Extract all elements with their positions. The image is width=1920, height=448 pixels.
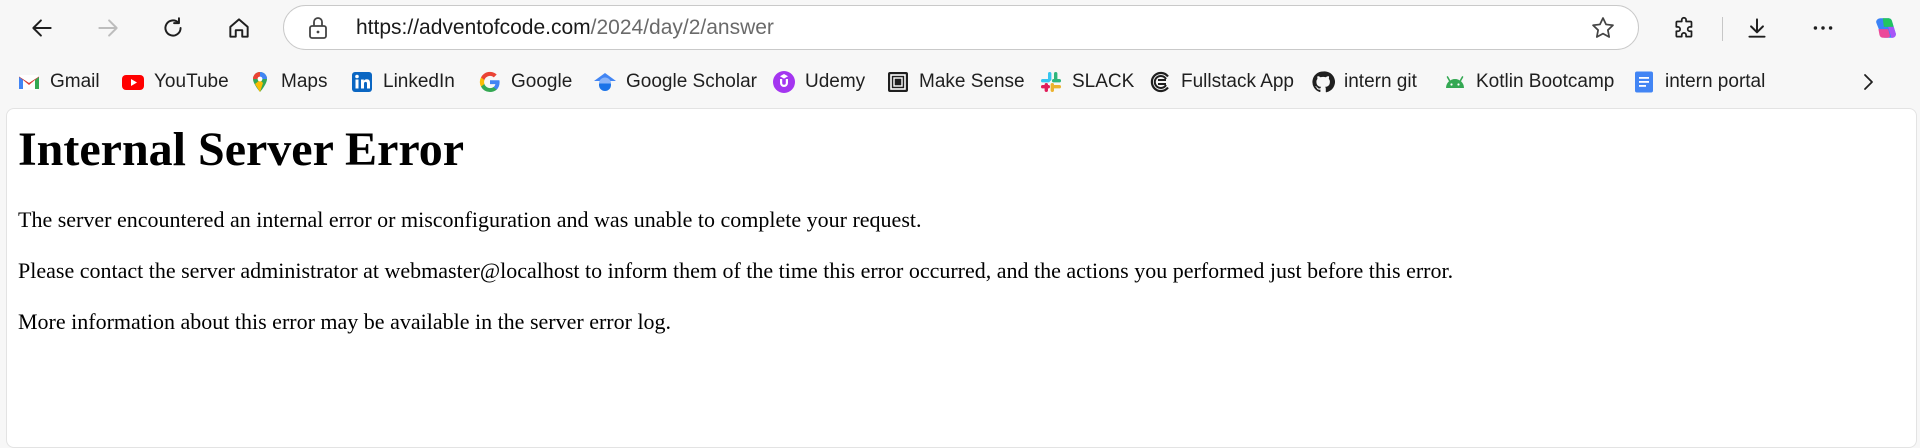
bookmarks-overflow-button[interactable] xyxy=(1853,62,1883,102)
forward-button[interactable] xyxy=(88,8,128,48)
bookmark-linkedin[interactable]: LinkedIn xyxy=(350,62,455,102)
downloads-button[interactable] xyxy=(1737,8,1777,48)
bookmark-label: Google xyxy=(511,71,573,92)
bookmark-fullstack-app[interactable]: Fullstack App xyxy=(1148,62,1294,102)
back-button[interactable] xyxy=(22,8,62,48)
download-icon xyxy=(1748,18,1766,38)
youtube-icon xyxy=(121,70,145,94)
refresh-button[interactable] xyxy=(153,8,193,48)
android-icon xyxy=(1443,70,1467,94)
more-icon xyxy=(1813,26,1833,30)
bookmark-gmail[interactable]: Gmail xyxy=(17,62,100,102)
bookmark-label: Make Sense xyxy=(919,71,1025,92)
bookmark-udemy[interactable]: Udemy xyxy=(772,62,865,102)
bookmarks-bar: Gmail YouTube Maps LinkedIn Google Googl… xyxy=(0,62,1920,102)
star-icon[interactable] xyxy=(1590,15,1616,41)
linkedin-icon xyxy=(350,70,374,94)
makesense-icon xyxy=(886,70,910,94)
bookmark-kotlin-bootcamp[interactable]: Kotlin Bootcamp xyxy=(1443,62,1614,102)
bookmark-label: Udemy xyxy=(805,71,866,92)
settings-menu-button[interactable] xyxy=(1803,8,1843,48)
github-icon xyxy=(1311,70,1335,94)
udemy-icon xyxy=(772,70,796,94)
forward-arrow-icon xyxy=(98,19,118,37)
error-log-note: More information about this error may be… xyxy=(18,309,672,334)
bookmark-label: intern portal xyxy=(1665,71,1766,92)
fullstack-icon xyxy=(1148,70,1172,94)
home-button[interactable] xyxy=(219,8,259,48)
web-page-content: Internal Server Error The server encount… xyxy=(6,108,1917,448)
back-arrow-icon xyxy=(32,19,52,37)
address-bar[interactable]: https://adventofcode.com/2024/day/2/answ… xyxy=(283,5,1639,50)
url-path: /2024/day/2/answer xyxy=(590,16,774,39)
copilot-icon xyxy=(1876,18,1896,38)
bookmark-label: Maps xyxy=(281,71,328,92)
docs-icon xyxy=(1632,70,1656,94)
gmail-icon xyxy=(17,70,41,94)
scholar-icon xyxy=(593,70,617,94)
bookmark-label: YouTube xyxy=(154,71,229,92)
maps-icon xyxy=(248,70,272,94)
toolbar-divider xyxy=(1722,17,1723,41)
bookmark-label: intern git xyxy=(1344,71,1417,92)
bookmark-label: Fullstack App xyxy=(1181,71,1294,92)
bookmark-label: Gmail xyxy=(50,71,100,92)
bookmark-google[interactable]: Google xyxy=(478,62,572,102)
bookmark-youtube[interactable]: YouTube xyxy=(121,62,229,102)
bookmark-slack[interactable]: SLACK xyxy=(1039,62,1134,102)
chevron-right-icon xyxy=(1864,74,1873,90)
url-text[interactable]: https://adventofcode.com/2024/day/2/answ… xyxy=(356,6,774,49)
bookmark-label: Kotlin Bootcamp xyxy=(1476,71,1615,92)
bookmark-make-sense[interactable]: Make Sense xyxy=(886,62,1025,102)
home-icon xyxy=(229,18,249,38)
contact-admin-text: Please contact the server administrator … xyxy=(18,258,1454,283)
browser-toolbar: https://adventofcode.com/2024/day/2/answ… xyxy=(0,0,1920,56)
bookmark-label: LinkedIn xyxy=(383,71,455,92)
lock-icon[interactable] xyxy=(306,15,330,41)
google-icon xyxy=(478,70,502,94)
page-title: Internal Server Error xyxy=(18,123,465,176)
bookmark-intern-portal[interactable]: intern portal xyxy=(1632,62,1765,102)
bookmark-intern-git[interactable]: intern git xyxy=(1311,62,1417,102)
bookmark-maps[interactable]: Maps xyxy=(248,62,327,102)
bookmark-label: Google Scholar xyxy=(626,71,757,92)
puzzle-icon xyxy=(1675,16,1693,38)
copilot-button[interactable] xyxy=(1866,8,1906,48)
slack-icon xyxy=(1039,70,1063,94)
error-description: The server encountered an internal error… xyxy=(18,207,922,232)
extensions-button[interactable] xyxy=(1665,8,1705,48)
bookmark-google-scholar[interactable]: Google Scholar xyxy=(593,62,757,102)
bookmark-label: SLACK xyxy=(1072,71,1135,92)
refresh-icon xyxy=(164,17,182,37)
url-host: https://adventofcode.com xyxy=(356,16,591,39)
